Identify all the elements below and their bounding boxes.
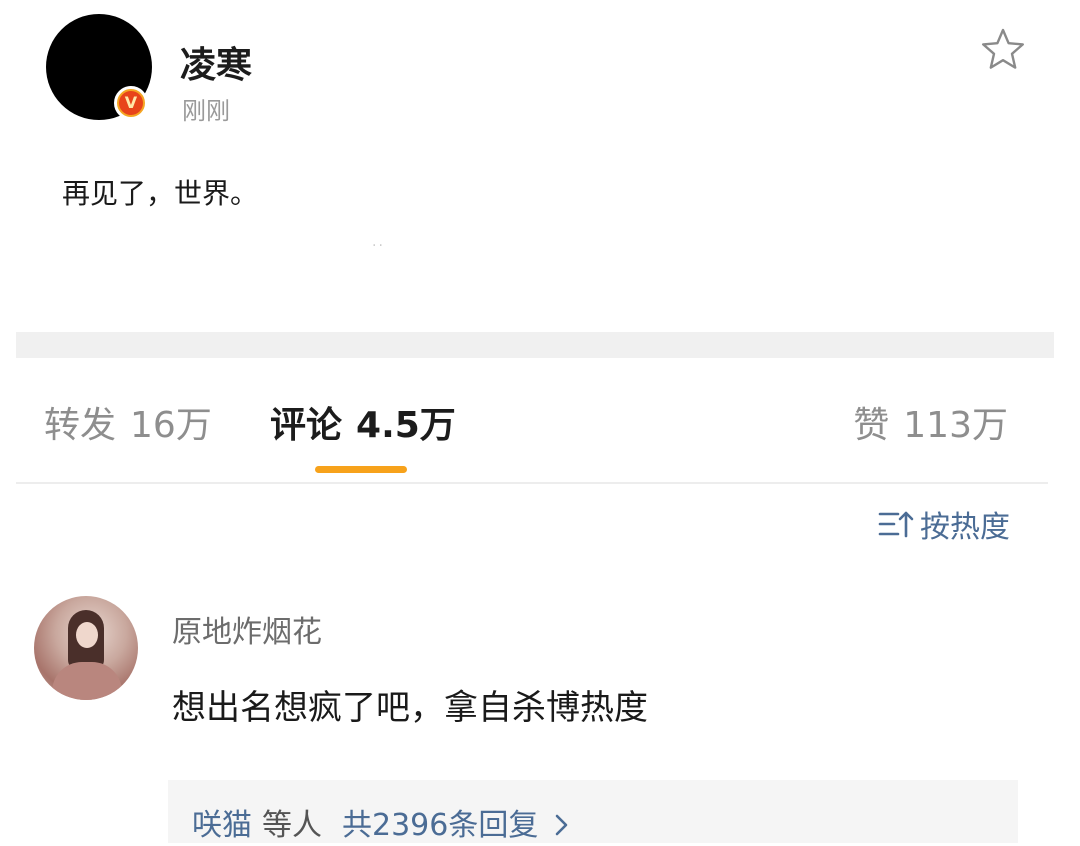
post-body: 再见了，世界。 bbox=[62, 177, 259, 210]
tab-comments-label: 评论 bbox=[270, 405, 343, 446]
decorative-dots: ·· bbox=[372, 238, 385, 254]
tab-likes-count: 113万 bbox=[903, 405, 1008, 446]
reply-first-user[interactable]: 咲猫 bbox=[192, 808, 252, 843]
post-timestamp: 刚刚 bbox=[182, 97, 230, 125]
tab-reposts[interactable]: 转发 16万 bbox=[44, 402, 212, 450]
tab-reposts-label: 转发 bbox=[44, 405, 117, 446]
reply-total-count: 共2396条回复 bbox=[342, 808, 539, 843]
sort-label: 按热度 bbox=[920, 510, 1010, 545]
comment-text: 想出名想疯了吧，拿自杀博热度 bbox=[172, 688, 648, 728]
chevron-right-icon bbox=[556, 814, 568, 836]
tabs-divider bbox=[16, 482, 1048, 484]
star-icon[interactable] bbox=[980, 26, 1026, 72]
tab-likes[interactable]: 赞 113万 bbox=[853, 402, 1008, 450]
section-divider bbox=[16, 332, 1054, 358]
tab-likes-label: 赞 bbox=[853, 405, 890, 446]
sort-icon bbox=[878, 511, 914, 538]
tab-reposts-count: 16万 bbox=[130, 405, 212, 446]
commenter-avatar[interactable] bbox=[34, 596, 138, 700]
reply-etc-label: 等人 bbox=[262, 808, 322, 843]
tab-comments[interactable]: 评论 4.5万 bbox=[270, 402, 456, 450]
author-name[interactable]: 凌寒 bbox=[180, 44, 252, 88]
sort-by-hot-button[interactable]: 按热度 bbox=[878, 504, 1010, 545]
commenter-name[interactable]: 原地炸烟花 bbox=[172, 614, 322, 652]
active-tab-indicator bbox=[315, 466, 407, 473]
tab-comments-count: 4.5万 bbox=[356, 405, 456, 446]
verified-badge-icon: V bbox=[114, 86, 148, 120]
view-replies-link[interactable]: 咲猫 等人 共2396条回复 bbox=[192, 806, 570, 846]
